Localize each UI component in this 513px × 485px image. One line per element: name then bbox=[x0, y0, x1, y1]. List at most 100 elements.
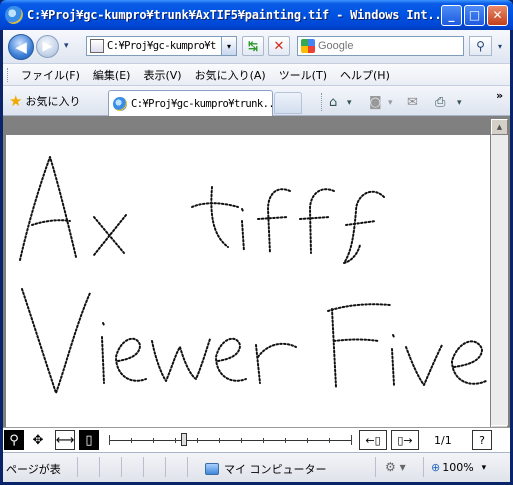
window-title-bar[interactable]: C:¥Proj¥gc-kumpro¥trunk¥AxTIF5¥painting.… bbox=[0, 0, 513, 30]
fit-page-button[interactable]: ▯ bbox=[79, 430, 99, 450]
search-box[interactable] bbox=[297, 36, 464, 56]
back-button[interactable]: ◀ bbox=[8, 34, 34, 60]
stop-button[interactable]: ✕ bbox=[268, 36, 290, 56]
slider-tick bbox=[153, 438, 154, 443]
status-separator bbox=[423, 457, 424, 477]
slider-tick bbox=[175, 438, 176, 443]
search-options-dropdown[interactable]: ▾ bbox=[493, 36, 507, 56]
slider-tick bbox=[351, 435, 352, 445]
home-icon: ⌂ bbox=[329, 95, 338, 110]
menu-bar: ファイル(F) 編集(E) 表示(V) お気に入り(A) ツール(T) ヘルプ(… bbox=[3, 63, 510, 85]
tab-active[interactable]: C:¥Proj¥gc-kumpro¥trunk... bbox=[108, 90, 273, 116]
ie-logo-icon bbox=[5, 6, 23, 24]
favorites-button[interactable]: ★ お気に入り bbox=[9, 93, 80, 109]
search-input[interactable] bbox=[318, 40, 458, 52]
address-dropdown-button[interactable]: ▾ bbox=[221, 37, 236, 55]
menu-edit[interactable]: 編集(E) bbox=[87, 67, 138, 83]
page-indicator: 1/1 bbox=[434, 434, 452, 447]
search-button[interactable]: ⚲ bbox=[469, 36, 492, 56]
magnifier-icon: ⚲ bbox=[9, 432, 19, 448]
slider-tick bbox=[329, 438, 330, 443]
zone-label: マイ コンピューター bbox=[224, 463, 327, 476]
menu-tools[interactable]: ツール(T) bbox=[273, 67, 334, 83]
tiff-image-canvas[interactable] bbox=[6, 135, 490, 441]
status-separator bbox=[99, 457, 100, 477]
refresh-button[interactable]: ↹ bbox=[242, 36, 264, 56]
fit-width-button[interactable]: ⟷ bbox=[55, 430, 75, 450]
feeds-button[interactable]: ◙ bbox=[369, 95, 382, 110]
command-separator bbox=[321, 93, 322, 111]
close-button[interactable]: ✕ bbox=[487, 4, 508, 26]
new-tab-button[interactable] bbox=[274, 92, 302, 114]
home-button[interactable]: ⌂ bbox=[329, 95, 337, 110]
address-text[interactable]: C:¥Proj¥gc-kumpro¥t bbox=[107, 40, 221, 52]
next-page-button[interactable]: ▯→ bbox=[391, 430, 419, 450]
status-separator bbox=[77, 457, 78, 477]
slider-tick bbox=[241, 438, 242, 443]
pan-icon: ✥ bbox=[32, 432, 44, 448]
zoom-icon: ⊕ bbox=[431, 461, 441, 474]
refresh-icon: ↹ bbox=[247, 39, 259, 53]
zoom-slider-thumb[interactable] bbox=[181, 433, 188, 446]
scroll-up-button[interactable]: ▲ bbox=[491, 119, 508, 135]
status-separator bbox=[165, 457, 166, 477]
recent-pages-dropdown[interactable]: ▾ bbox=[64, 41, 69, 51]
minimize-button[interactable]: _ bbox=[441, 4, 462, 26]
slider-tick bbox=[263, 438, 264, 443]
protected-mode-button[interactable]: ⚙ ▾ bbox=[385, 460, 406, 474]
zoom-level-button[interactable]: ⊕ 100% ▾ bbox=[431, 461, 486, 474]
star-icon: ★ bbox=[9, 91, 23, 110]
tab-title: C:¥Proj¥gc-kumpro¥trunk... bbox=[131, 97, 272, 110]
print-dropdown[interactable]: ▾ bbox=[457, 98, 462, 108]
navigation-bar: ◀ ▶ ▾ C:¥Proj¥gc-kumpro¥t ▾ ↹ ✕ ⚲ ▾ bbox=[3, 30, 510, 63]
feeds-dropdown[interactable]: ▾ bbox=[388, 98, 393, 108]
toolbar-grip[interactable] bbox=[7, 67, 10, 82]
menu-view[interactable]: 表示(V) bbox=[137, 67, 188, 83]
security-zone[interactable]: マイ コンピューター bbox=[205, 461, 327, 477]
google-icon bbox=[301, 39, 315, 53]
mail-icon: ✉ bbox=[407, 95, 418, 110]
handwriting-image bbox=[19, 156, 487, 394]
slider-tick bbox=[131, 438, 132, 443]
tab-ie-icon bbox=[113, 96, 127, 111]
search-icon: ⚲ bbox=[476, 39, 485, 53]
tab-bar: ★ お気に入り C:¥Proj¥gc-kumpro¥trunk... ⌂ ▾ ◙… bbox=[3, 85, 510, 116]
pan-tool-button[interactable]: ✥ bbox=[28, 430, 48, 450]
slider-tick bbox=[109, 435, 110, 445]
maximize-button[interactable]: □ bbox=[464, 4, 485, 26]
slider-tick bbox=[219, 438, 220, 443]
status-separator bbox=[187, 457, 188, 477]
zoom-dropdown[interactable]: ▾ bbox=[482, 463, 487, 473]
slider-tick bbox=[197, 438, 198, 443]
vertical-scrollbar[interactable]: ▲ ▼ bbox=[491, 119, 508, 441]
fit-page-icon: ▯ bbox=[85, 432, 93, 448]
viewer-toolbar: ⚲ ✥ ⟷ ▯ ←▯ ▯→ 1/1 ? bbox=[3, 427, 510, 452]
tiff-viewer: ▲ ▼ ◀ ▶ bbox=[3, 116, 510, 457]
window-title: C:¥Proj¥gc-kumpro¥trunk¥AxTIF5¥painting.… bbox=[27, 8, 439, 22]
zoom-level: 100% bbox=[442, 461, 474, 474]
forward-button[interactable]: ▶ bbox=[36, 35, 59, 58]
status-separator bbox=[121, 457, 122, 477]
home-dropdown[interactable]: ▾ bbox=[347, 98, 352, 108]
slider-tick bbox=[285, 438, 286, 443]
zoom-slider-track bbox=[109, 440, 352, 441]
more-commands-chevron[interactable]: » bbox=[496, 89, 503, 102]
print-icon: ⎙ bbox=[435, 95, 446, 110]
favorites-label: お気に入り bbox=[25, 95, 81, 108]
slider-tick bbox=[307, 438, 308, 443]
browser-client-area: ◀ ▶ ▾ C:¥Proj¥gc-kumpro¥t ▾ ↹ ✕ ⚲ ▾ ファイル… bbox=[3, 30, 510, 482]
status-separator bbox=[143, 457, 144, 477]
zoom-tool-button[interactable]: ⚲ bbox=[4, 430, 24, 450]
previous-page-button[interactable]: ←▯ bbox=[359, 430, 387, 450]
protected-mode-icon: ⚙ bbox=[385, 460, 396, 474]
stop-icon: ✕ bbox=[273, 38, 285, 54]
menu-file[interactable]: ファイル(F) bbox=[15, 67, 87, 83]
mail-button[interactable]: ✉ bbox=[407, 95, 418, 110]
address-bar[interactable]: C:¥Proj¥gc-kumpro¥t ▾ bbox=[86, 36, 237, 56]
menu-favorites[interactable]: お気に入り(A) bbox=[189, 67, 273, 83]
help-button[interactable]: ? bbox=[472, 430, 492, 450]
print-button[interactable]: ⎙ bbox=[435, 95, 445, 110]
fit-width-icon: ⟷ bbox=[55, 432, 75, 448]
status-separator bbox=[375, 457, 376, 477]
menu-help[interactable]: ヘルプ(H) bbox=[334, 67, 397, 83]
